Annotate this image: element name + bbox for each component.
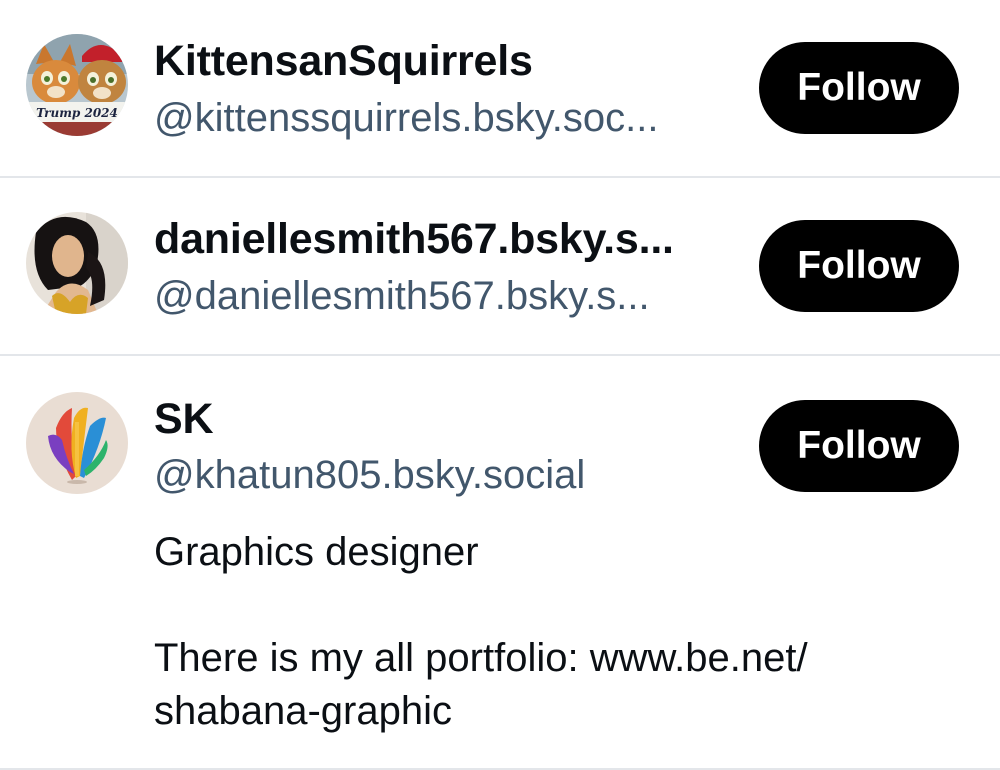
- follow-button[interactable]: Follow: [759, 220, 959, 312]
- follow-button[interactable]: Follow: [759, 400, 959, 492]
- list-item[interactable]: Trump 2024 KittensanSquirrels @kittenssq…: [0, 0, 1000, 178]
- portrait-avatar-icon: [26, 212, 128, 314]
- handle[interactable]: @kittenssquirrels.bsky.soc...: [154, 96, 658, 141]
- avatar[interactable]: [26, 212, 128, 314]
- follow-suggestions-list: Trump 2024 KittensanSquirrels @kittenssq…: [0, 0, 1000, 770]
- avatar[interactable]: Trump 2024: [26, 34, 128, 136]
- bio: Graphics designer There is my all portfo…: [154, 526, 954, 738]
- follow-button[interactable]: Follow: [759, 42, 959, 134]
- cats-avatar-icon: Trump 2024: [26, 34, 128, 136]
- handle[interactable]: @daniellesmith567.bsky.s...: [154, 274, 650, 319]
- avatar-banner-text: Trump 2024: [36, 106, 118, 120]
- avatar[interactable]: [26, 392, 128, 494]
- list-item[interactable]: SK @khatun805.bsky.social Follow Graphic…: [0, 356, 1000, 770]
- bio-spacer: [154, 579, 954, 632]
- bio-line: Graphics designer: [154, 530, 479, 574]
- list-item[interactable]: daniellesmith567.bsky.s... @daniellesmit…: [0, 178, 1000, 356]
- feather-avatar-icon: [26, 392, 128, 494]
- display-name[interactable]: daniellesmith567.bsky.s...: [154, 215, 674, 264]
- display-name[interactable]: KittensanSquirrels: [154, 37, 533, 86]
- handle[interactable]: @khatun805.bsky.social: [154, 453, 585, 498]
- display-name[interactable]: SK: [154, 395, 214, 444]
- bio-line[interactable]: There is my all portfolio: www.be.net/ s…: [154, 632, 954, 738]
